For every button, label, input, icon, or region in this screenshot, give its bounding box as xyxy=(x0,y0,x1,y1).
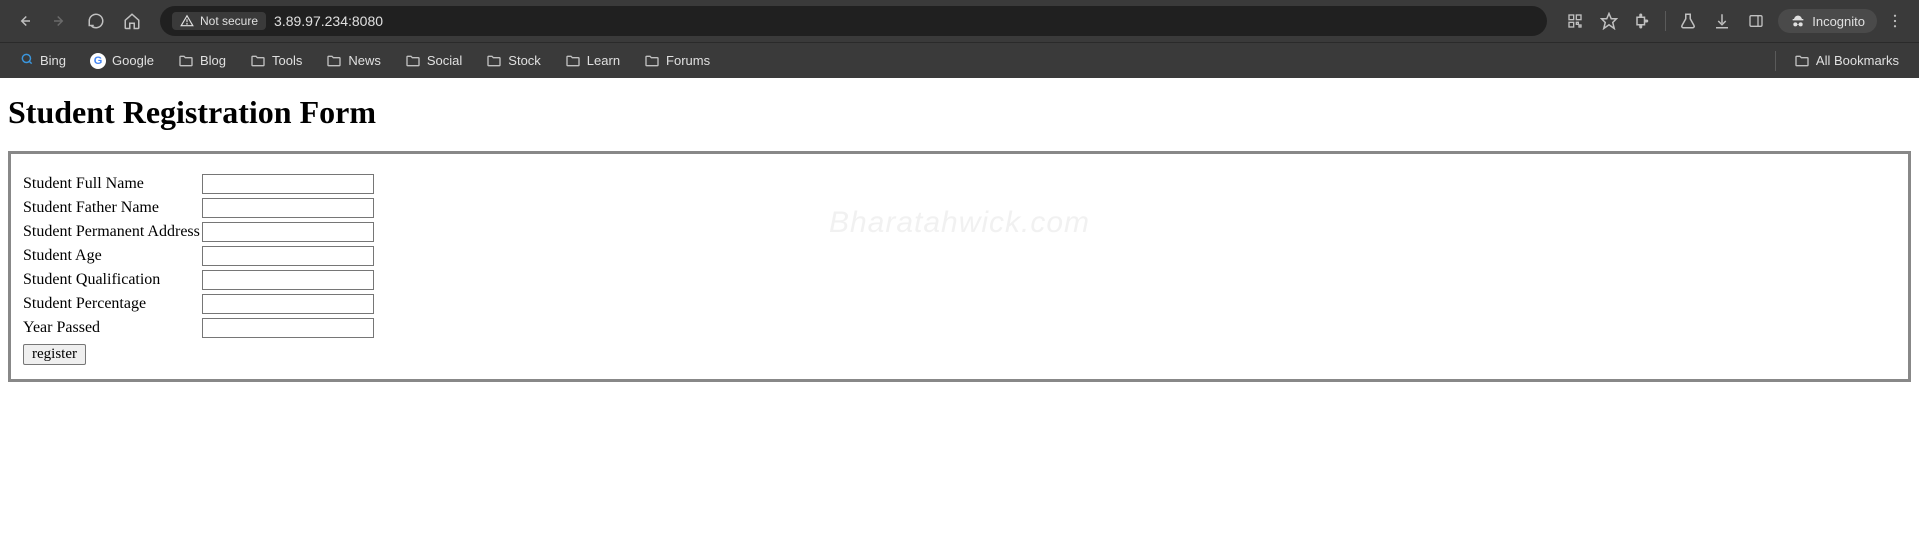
google-icon: G xyxy=(90,53,106,69)
form-row: Year Passed xyxy=(23,316,374,340)
bookmark-button[interactable] xyxy=(1593,5,1625,37)
field-label: Student Permanent Address xyxy=(23,220,202,244)
bookmark-label: Bing xyxy=(40,53,66,68)
register-button[interactable]: register xyxy=(23,344,86,365)
bookmark-label: Learn xyxy=(587,53,620,68)
security-label: Not secure xyxy=(200,14,258,28)
flask-icon xyxy=(1679,12,1697,30)
registration-form: Student Full Name Student Father Name St… xyxy=(8,151,1911,382)
bookmark-label: News xyxy=(348,53,381,68)
address-bar[interactable]: Not secure 3.89.97.234:8080 xyxy=(160,6,1547,36)
url-text: 3.89.97.234:8080 xyxy=(274,13,383,29)
home-icon xyxy=(123,12,141,30)
form-row: Student Percentage xyxy=(23,292,374,316)
bookmark-label: Blog xyxy=(200,53,226,68)
folder-icon xyxy=(1794,53,1810,69)
bookmark-tools[interactable]: Tools xyxy=(240,49,312,73)
page-title: Student Registration Form xyxy=(8,94,1911,131)
field-label: Student Percentage xyxy=(23,292,202,316)
field-label: Student Age xyxy=(23,244,202,268)
qr-icon xyxy=(1567,13,1583,29)
bookmarks-right: All Bookmarks xyxy=(1767,49,1909,73)
bookmark-blog[interactable]: Blog xyxy=(168,49,236,73)
folder-icon xyxy=(644,53,660,69)
incognito-badge[interactable]: Incognito xyxy=(1778,9,1877,33)
bookmark-news[interactable]: News xyxy=(316,49,391,73)
bookmark-label: Forums xyxy=(666,53,710,68)
panel-icon xyxy=(1748,13,1764,29)
toolbar-divider xyxy=(1665,11,1666,31)
all-bookmarks-button[interactable]: All Bookmarks xyxy=(1784,49,1909,73)
age-input[interactable] xyxy=(202,246,374,266)
year-passed-input[interactable] xyxy=(202,318,374,338)
percentage-input[interactable] xyxy=(202,294,374,314)
incognito-label: Incognito xyxy=(1812,14,1865,29)
bookmarks-divider xyxy=(1775,51,1776,71)
bookmark-bing[interactable]: Bing xyxy=(10,48,76,73)
folder-icon xyxy=(326,53,342,69)
bookmark-label: Google xyxy=(112,53,154,68)
folder-icon xyxy=(250,53,266,69)
download-icon xyxy=(1713,12,1731,30)
qr-button[interactable] xyxy=(1559,5,1591,37)
forward-button[interactable] xyxy=(44,5,76,37)
form-row: Student Permanent Address xyxy=(23,220,374,244)
bookmark-google[interactable]: G Google xyxy=(80,49,164,73)
field-label: Year Passed xyxy=(23,316,202,340)
field-label: Student Father Name xyxy=(23,196,202,220)
folder-icon xyxy=(405,53,421,69)
labs-button[interactable] xyxy=(1672,5,1704,37)
bookmark-label: Tools xyxy=(272,53,302,68)
warning-icon xyxy=(180,14,194,28)
browser-toolbar: Not secure 3.89.97.234:8080 Incognito xyxy=(0,0,1919,42)
menu-button[interactable] xyxy=(1879,5,1911,37)
form-row: Student Qualification xyxy=(23,268,374,292)
father-name-input[interactable] xyxy=(202,198,374,218)
downloads-button[interactable] xyxy=(1706,5,1738,37)
field-label: Student Full Name xyxy=(23,172,202,196)
incognito-icon xyxy=(1790,13,1806,29)
back-button[interactable] xyxy=(8,5,40,37)
dots-vertical-icon xyxy=(1886,12,1904,30)
bookmark-label: Stock xyxy=(508,53,541,68)
reload-icon xyxy=(87,12,105,30)
panel-button[interactable] xyxy=(1740,5,1772,37)
full-name-input[interactable] xyxy=(202,174,374,194)
bookmarks-bar: Bing G Google Blog Tools News Social Sto… xyxy=(0,42,1919,78)
extensions-button[interactable] xyxy=(1627,5,1659,37)
bookmark-social[interactable]: Social xyxy=(395,49,472,73)
form-table: Student Full Name Student Father Name St… xyxy=(23,172,374,340)
folder-icon xyxy=(178,53,194,69)
bing-icon xyxy=(20,52,34,69)
bookmark-stock[interactable]: Stock xyxy=(476,49,551,73)
reload-button[interactable] xyxy=(80,5,112,37)
form-row: Student Age xyxy=(23,244,374,268)
form-row: Student Full Name xyxy=(23,172,374,196)
page-content: Student Registration Form Student Full N… xyxy=(0,78,1919,398)
address-input[interactable] xyxy=(202,222,374,242)
folder-icon xyxy=(565,53,581,69)
folder-icon xyxy=(486,53,502,69)
all-bookmarks-label: All Bookmarks xyxy=(1816,53,1899,68)
qualification-input[interactable] xyxy=(202,270,374,290)
puzzle-icon xyxy=(1634,12,1652,30)
security-indicator[interactable]: Not secure xyxy=(172,12,266,30)
arrow-left-icon xyxy=(15,12,33,30)
form-row: Student Father Name xyxy=(23,196,374,220)
arrow-right-icon xyxy=(51,12,69,30)
bookmark-learn[interactable]: Learn xyxy=(555,49,630,73)
bookmark-forums[interactable]: Forums xyxy=(634,49,720,73)
field-label: Student Qualification xyxy=(23,268,202,292)
toolbar-right: Incognito xyxy=(1559,5,1911,37)
star-icon xyxy=(1600,12,1618,30)
home-button[interactable] xyxy=(116,5,148,37)
bookmark-label: Social xyxy=(427,53,462,68)
